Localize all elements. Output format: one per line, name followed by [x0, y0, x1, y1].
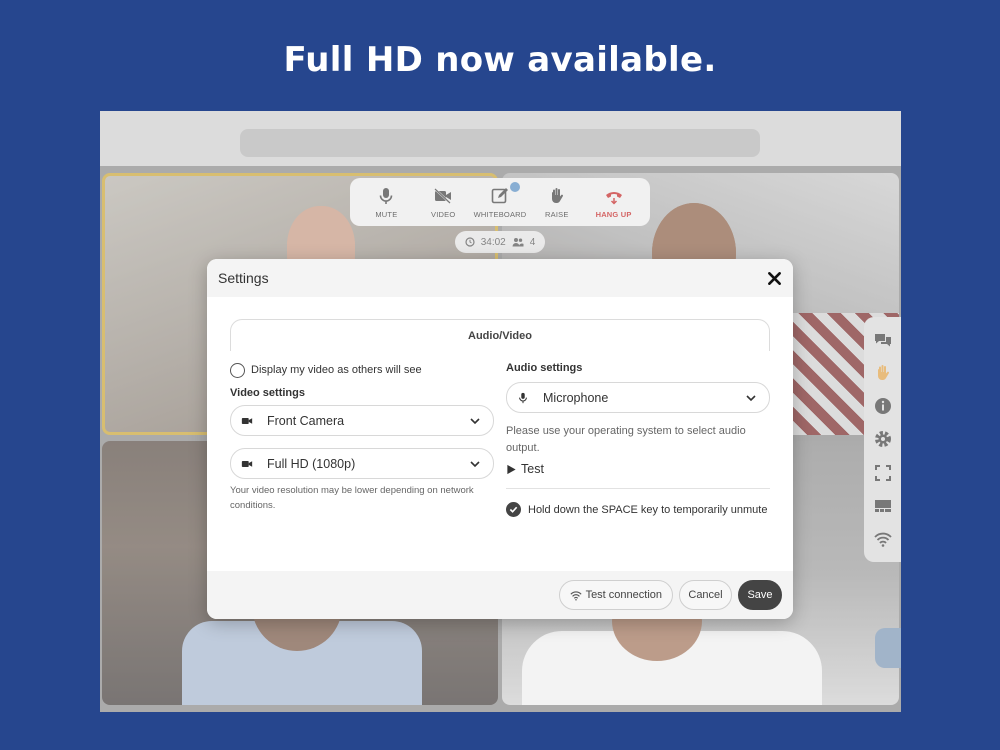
settings-dialog-header: Settings: [207, 259, 793, 297]
microphone-icon: [517, 391, 531, 405]
resolution-select-value: Full HD (1080p): [267, 456, 356, 471]
settings-dialog-footer: Test connection Cancel Save: [207, 571, 793, 619]
audio-divider: [506, 488, 770, 489]
microphone-select[interactable]: Microphone: [506, 382, 770, 413]
chevron-down-icon: [470, 417, 480, 424]
audio-settings-heading: Audio settings: [506, 362, 583, 374]
microphone-select-value: Microphone: [543, 390, 609, 405]
display-video-label: Display my video as others will see: [251, 364, 422, 376]
chevron-down-icon: [746, 394, 756, 401]
test-connection-button[interactable]: Test connection: [558, 580, 673, 610]
save-button[interactable]: Save: [738, 580, 782, 610]
settings-title: Settings: [218, 270, 269, 286]
wifi-icon: [570, 590, 582, 601]
video-settings-column: Display my video as others will see Vide…: [230, 361, 494, 513]
play-icon: [507, 464, 516, 474]
check-icon: [509, 506, 518, 513]
chevron-down-icon: [470, 460, 480, 467]
display-video-option[interactable]: Display my video as others will see: [230, 361, 494, 379]
audio-test-label: Test: [521, 462, 544, 476]
tab-audio-video-label: Audio/Video: [468, 329, 532, 342]
camera-icon: [241, 457, 255, 471]
tab-audio-video[interactable]: Audio/Video: [230, 319, 770, 351]
camera-icon: [241, 414, 255, 428]
close-button[interactable]: [765, 269, 783, 287]
display-video-radio[interactable]: [230, 362, 245, 378]
video-settings-heading: Video settings: [230, 387, 305, 399]
audio-test-button[interactable]: Test: [506, 462, 770, 476]
camera-select[interactable]: Front Camera: [230, 405, 494, 436]
settings-dialog: Settings Audio/Video Display my video as…: [207, 259, 793, 619]
test-connection-label: Test connection: [585, 589, 662, 601]
cancel-button[interactable]: Cancel: [679, 580, 732, 610]
camera-select-value: Front Camera: [267, 413, 345, 428]
resolution-note: Your video resolution may be lower depen…: [230, 485, 474, 511]
audio-settings-column: Audio settings Microphone Please use you…: [506, 361, 770, 517]
close-icon: [767, 271, 781, 285]
space-unmute-checkbox[interactable]: [506, 502, 521, 517]
space-unmute-label: Hold down the SPACE key to temporarily u…: [528, 503, 768, 516]
audio-output-note: Please use your operating system to sele…: [506, 425, 746, 454]
space-unmute-option[interactable]: Hold down the SPACE key to temporarily u…: [506, 502, 770, 517]
resolution-select[interactable]: Full HD (1080p): [230, 448, 494, 479]
page-headline: Full HD now available.: [283, 40, 717, 80]
